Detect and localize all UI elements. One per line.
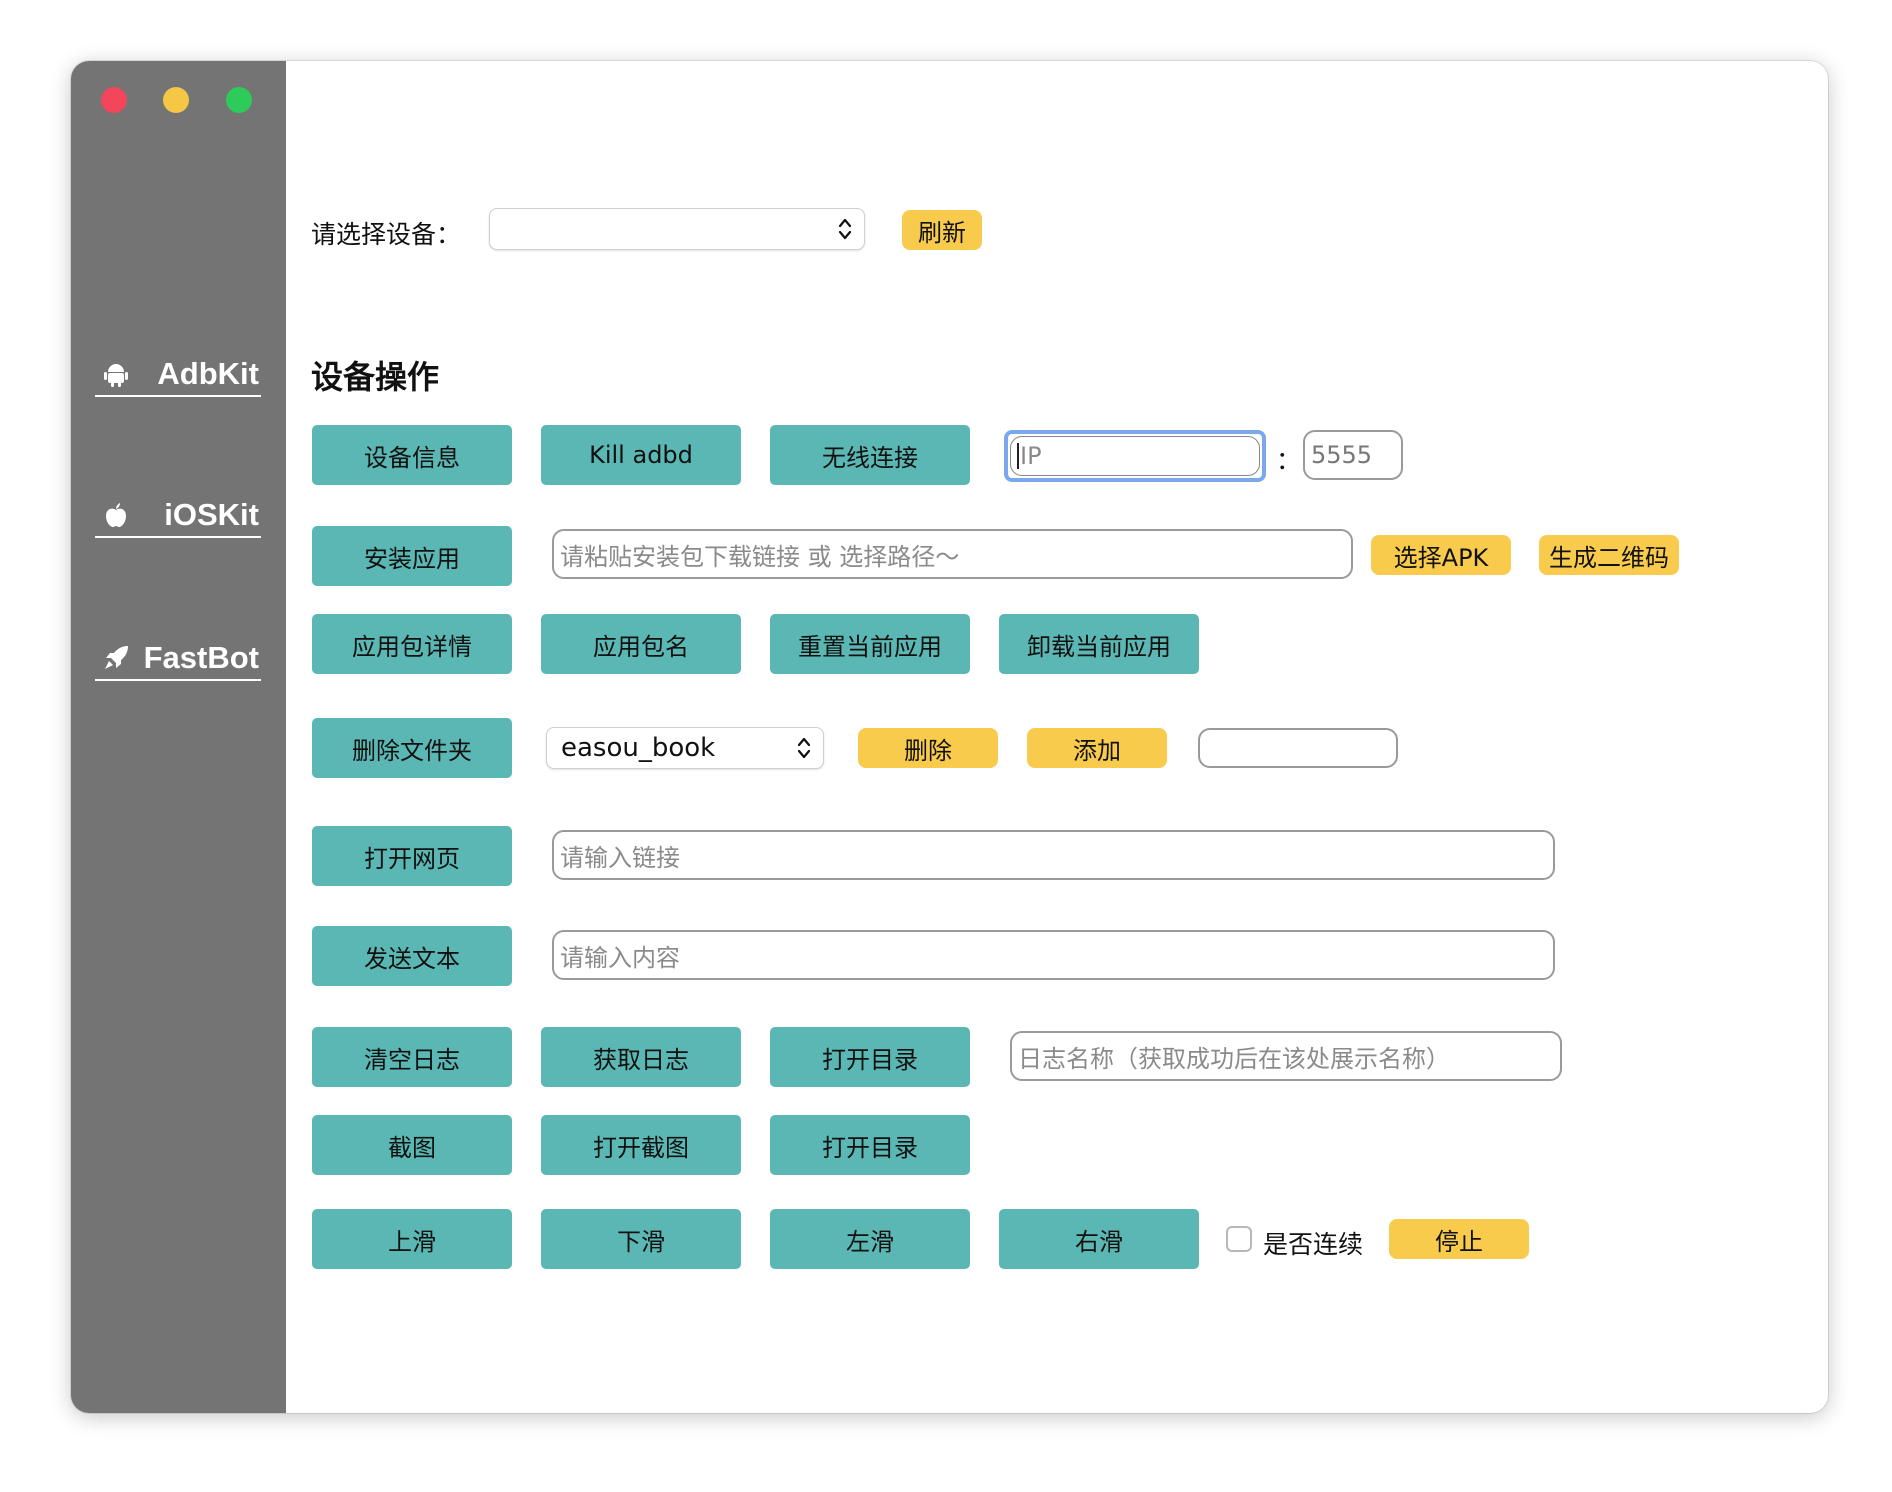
main-panel: 请选择设备： 刷新 设备操作 设备信息 Kill adbd 无线连接 IP ： … xyxy=(286,61,1828,1413)
maximize-window-button[interactable] xyxy=(226,87,252,113)
sidebar-item-ioskit[interactable]: iOSKit xyxy=(95,494,261,538)
add-button[interactable]: 添加 xyxy=(1027,728,1167,768)
sidebar-item-label: FastBot xyxy=(143,640,259,675)
chevron-updown-icon xyxy=(838,218,852,240)
sidebar: AdbKit iOSKit FastBot xyxy=(71,61,286,1413)
install-app-button[interactable]: 安装应用 xyxy=(312,526,512,586)
ip-port-separator: ： xyxy=(1276,446,1302,475)
folder-name-input[interactable] xyxy=(1198,728,1398,768)
stop-button[interactable]: 停止 xyxy=(1389,1219,1529,1259)
url-placeholder: 请输入链接 xyxy=(560,843,680,872)
swipe-right-button[interactable]: 右滑 xyxy=(999,1209,1199,1269)
package-name-button[interactable]: 应用包名 xyxy=(541,614,741,674)
open-screenshot-dir-button[interactable]: 打开目录 xyxy=(770,1115,970,1175)
screenshot-button[interactable]: 截图 xyxy=(312,1115,512,1175)
rocket-icon xyxy=(101,643,131,673)
uninstall-app-button[interactable]: 卸载当前应用 xyxy=(999,614,1199,674)
wireless-connect-button[interactable]: 无线连接 xyxy=(770,425,970,485)
send-text-button[interactable]: 发送文本 xyxy=(312,926,512,986)
folder-select-value: easou_book xyxy=(561,733,716,763)
app-window: AdbKit iOSKit FastBot 请选择设备： 刷新 设备操作 设备信… xyxy=(71,61,1828,1413)
swipe-up-button[interactable]: 上滑 xyxy=(312,1209,512,1269)
swipe-down-button[interactable]: 下滑 xyxy=(541,1209,741,1269)
device-select[interactable] xyxy=(489,208,865,250)
delete-button[interactable]: 删除 xyxy=(858,728,998,768)
apk-path-input[interactable]: 请粘贴安装包下载链接 或 选择路径～ xyxy=(552,529,1353,579)
chevron-updown-icon xyxy=(797,737,811,759)
clear-log-button[interactable]: 清空日志 xyxy=(312,1027,512,1087)
get-log-button[interactable]: 获取日志 xyxy=(541,1027,741,1087)
text-input[interactable]: 请输入内容 xyxy=(552,930,1555,980)
open-screenshot-button[interactable]: 打开截图 xyxy=(541,1115,741,1175)
package-details-button[interactable]: 应用包详情 xyxy=(312,614,512,674)
ip-input[interactable]: IP xyxy=(1010,436,1260,476)
ip-input-placeholder: IP xyxy=(1020,442,1042,470)
delete-folder-button[interactable]: 删除文件夹 xyxy=(312,718,512,778)
log-name-input[interactable]: 日志名称（获取成功后在该处展示名称） xyxy=(1010,1031,1562,1081)
url-input[interactable]: 请输入链接 xyxy=(552,830,1555,880)
device-select-label: 请选择设备： xyxy=(311,220,462,249)
continuous-checkbox[interactable] xyxy=(1226,1226,1252,1252)
refresh-button[interactable]: 刷新 xyxy=(902,210,982,250)
apple-icon xyxy=(101,500,131,530)
section-title: 设备操作 xyxy=(311,358,440,396)
folder-select[interactable]: easou_book xyxy=(546,727,824,769)
kill-adbd-button[interactable]: Kill adbd xyxy=(541,425,741,485)
sidebar-item-label: AdbKit xyxy=(157,356,259,391)
reset-app-button[interactable]: 重置当前应用 xyxy=(770,614,970,674)
close-window-button[interactable] xyxy=(101,87,127,113)
android-icon xyxy=(101,359,131,389)
choose-apk-button[interactable]: 选择APK xyxy=(1371,535,1511,575)
sidebar-item-fastbot[interactable]: FastBot xyxy=(95,637,261,681)
sidebar-item-label: iOSKit xyxy=(164,497,259,532)
apk-path-placeholder: 请粘贴安装包下载链接 或 选择路径～ xyxy=(560,542,960,571)
port-input[interactable]: 5555 xyxy=(1303,430,1403,480)
log-name-placeholder: 日志名称（获取成功后在该处展示名称） xyxy=(1018,1044,1450,1073)
device-info-button[interactable]: 设备信息 xyxy=(312,425,512,485)
swipe-left-button[interactable]: 左滑 xyxy=(770,1209,970,1269)
minimize-window-button[interactable] xyxy=(163,87,189,113)
open-web-button[interactable]: 打开网页 xyxy=(312,826,512,886)
sidebar-item-adbkit[interactable]: AdbKit xyxy=(95,353,261,397)
continuous-label: 是否连续 xyxy=(1263,1230,1364,1259)
text-placeholder: 请输入内容 xyxy=(560,943,680,972)
generate-qr-button[interactable]: 生成二维码 xyxy=(1539,535,1679,575)
open-log-dir-button[interactable]: 打开目录 xyxy=(770,1027,970,1087)
